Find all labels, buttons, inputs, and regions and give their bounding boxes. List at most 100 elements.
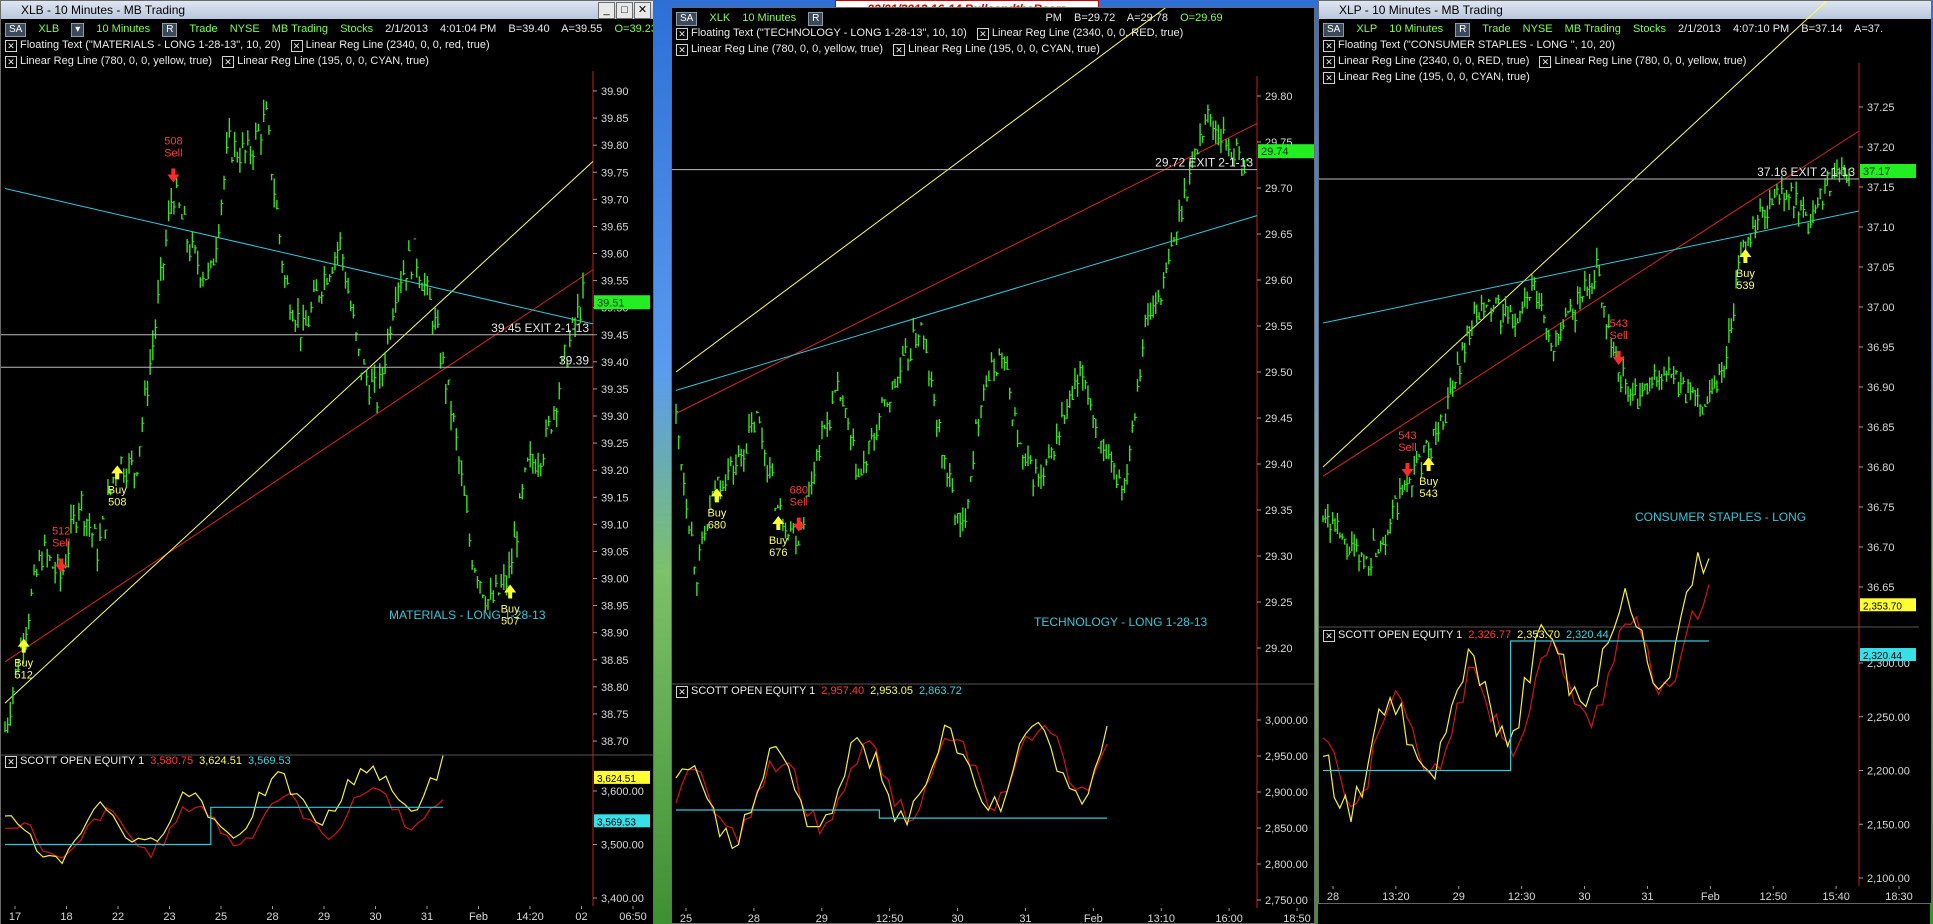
x-tick-label: 22	[112, 911, 124, 923]
x-tick-label: 23	[163, 911, 175, 923]
trade-kind: Buy	[501, 604, 520, 616]
y-tick-label: 29.65	[1265, 229, 1293, 241]
y-tick-label: 37.25	[1867, 102, 1895, 114]
x-tick-label: 15:40	[1822, 891, 1850, 903]
y-tick-label: 39.65	[601, 221, 629, 233]
trade-arrow-icon	[167, 168, 180, 183]
trade-arrow-icon	[792, 517, 805, 532]
y-tick-label: 39.45	[601, 330, 629, 342]
x-tick-label: 25	[680, 913, 692, 923]
x-tick-label: Feb	[469, 911, 488, 923]
equity-y-tick-label: 2,900.00	[1265, 787, 1308, 799]
equity-y-tick-label: 2,850.00	[1265, 823, 1308, 835]
y-tick-label: 38.95	[601, 601, 629, 613]
equity-cyan-series	[5, 806, 443, 846]
equity-y-tick-label: 3,500.00	[601, 840, 644, 852]
y-tick-label: 29.45	[1265, 413, 1293, 425]
y-tick-label: 39.15	[601, 492, 629, 504]
price-chart-xlb[interactable]: 39.90 39.85 39.80 39.75 39.70 39.65 39.60 39.55…	[1, 1, 653, 924]
price-chart-xlp[interactable]: 37.25 37.20 37.15 37.10 37.05 37.00 36.95 36.90…	[1319, 1, 1931, 903]
x-tick-label: 12:50	[876, 913, 904, 923]
x-tick-label: 29	[1453, 891, 1465, 903]
y-tick-label: 39.85	[601, 113, 629, 125]
x-tick-label: Feb	[1701, 891, 1720, 903]
y-tick-label: 29.50	[1265, 367, 1293, 379]
trade-arrow-icon	[17, 638, 30, 653]
x-tick-label: 28	[1327, 891, 1339, 903]
next-window-strip	[1318, 903, 1930, 924]
x-tick-label: 18:30	[1885, 891, 1913, 903]
exit-label: 37.16 EXIT 2-1-13	[1757, 165, 1855, 179]
trade-qty: 680	[790, 485, 808, 497]
y-tick-label: 36.70	[1867, 542, 1895, 554]
trade-qty: 676	[769, 547, 787, 559]
y-tick-label: 39.35	[601, 384, 629, 396]
x-tick-label: 25	[215, 911, 227, 923]
y-tick-label: 39.05	[601, 546, 629, 558]
y-tick-label: 29.60	[1265, 275, 1293, 287]
equity-yellow-series	[4, 755, 444, 865]
y-tick-label: 37.20	[1867, 142, 1895, 154]
trade-qty: 680	[708, 519, 726, 531]
regression-line-2	[4, 188, 594, 325]
x-tick-label: 18	[60, 911, 72, 923]
y-tick-label: 39.30	[601, 411, 629, 423]
trade-arrow-icon	[1401, 463, 1414, 477]
trade-qty: 539	[1736, 280, 1754, 292]
y-tick-label: 29.70	[1265, 183, 1293, 195]
trade-arrow-icon	[1422, 457, 1435, 471]
x-tick-label: Feb	[1084, 913, 1103, 923]
y-tick-label: 37.10	[1867, 222, 1895, 234]
equity-tag-cyan-label: 2,320.44	[1863, 651, 1902, 662]
y-tick-label: 29.20	[1265, 643, 1293, 655]
y-tick-label: 29.40	[1265, 459, 1293, 471]
x-tick-label: 17	[9, 911, 21, 923]
equity-red-series	[4, 787, 444, 859]
y-tick-label: 29.55	[1265, 321, 1293, 333]
trade-kind: Buy	[14, 658, 33, 670]
trade-qty: 508	[164, 136, 182, 148]
trade-qty: 512	[15, 670, 33, 682]
x-tick-label: 30	[369, 911, 381, 923]
trade-kind: Buy	[108, 484, 127, 496]
x-tick-label: 06:50	[619, 911, 647, 923]
regression-line-1	[1322, 1, 1828, 468]
equity-tag-yellow-label: 3,624.51	[597, 774, 636, 785]
equity-y-tick-label: 3,000.00	[1265, 715, 1308, 727]
trade-kind: Sell	[790, 497, 808, 509]
trade-kind: Buy	[1736, 268, 1755, 280]
y-tick-label: 36.80	[1867, 462, 1895, 474]
regression-line-0	[1322, 130, 1860, 477]
x-tick-label: 31	[1641, 891, 1653, 903]
y-tick-label: 38.75	[601, 709, 629, 721]
chart-window-xlk[interactable]: SA XLK 10 Minutes R PM B=29.72 A=29.78 O…	[671, 7, 1315, 924]
price-tag-label: 29.74	[1261, 146, 1289, 158]
y-tick-label: 38.80	[601, 682, 629, 694]
floating-text: TECHNOLOGY - LONG 1-28-13	[1034, 615, 1207, 629]
chart-window-xlp[interactable]: XLP - 10 Minutes - MB Trading SA XLP 10 …	[1318, 0, 1932, 904]
x-tick-label: 12:50	[1759, 891, 1787, 903]
chart-window-xlb[interactable]: XLB - 10 Minutes - MB Trading _ □ ✕ SA X…	[0, 0, 654, 924]
y-tick-label: 36.95	[1867, 342, 1895, 354]
trade-qty: 507	[501, 616, 519, 628]
equity-y-tick-label: 3,400.00	[601, 893, 644, 905]
exit-label: 39.45 EXIT 2-1-13	[491, 321, 589, 335]
trade-kind: Buy	[769, 535, 788, 547]
x-tick-label: 28	[748, 913, 760, 923]
horizontal-line-label: 39.39	[559, 353, 589, 367]
equity-cyan-series	[676, 809, 1107, 819]
floating-text: MATERIALS - LONG 1-28-13	[389, 608, 546, 622]
y-tick-label: 39.20	[601, 465, 629, 477]
x-tick-label: 28	[266, 911, 278, 923]
trade-kind: Sell	[52, 538, 70, 550]
equity-yellow-series	[1322, 552, 1710, 823]
regression-line-2	[1322, 210, 1860, 324]
x-tick-label: 16:00	[1215, 913, 1243, 923]
y-tick-label: 39.80	[601, 140, 629, 152]
trade-qty: 512	[52, 526, 70, 538]
y-tick-label: 39.90	[601, 86, 629, 98]
equity-y-tick-label: 2,150.00	[1867, 819, 1910, 831]
equity-yellow-series	[675, 721, 1108, 850]
x-tick-label: 31	[1019, 913, 1031, 923]
price-chart-xlk[interactable]: 29.8029.7529.7029.6529.6029.5529.5029.45…	[672, 8, 1314, 923]
